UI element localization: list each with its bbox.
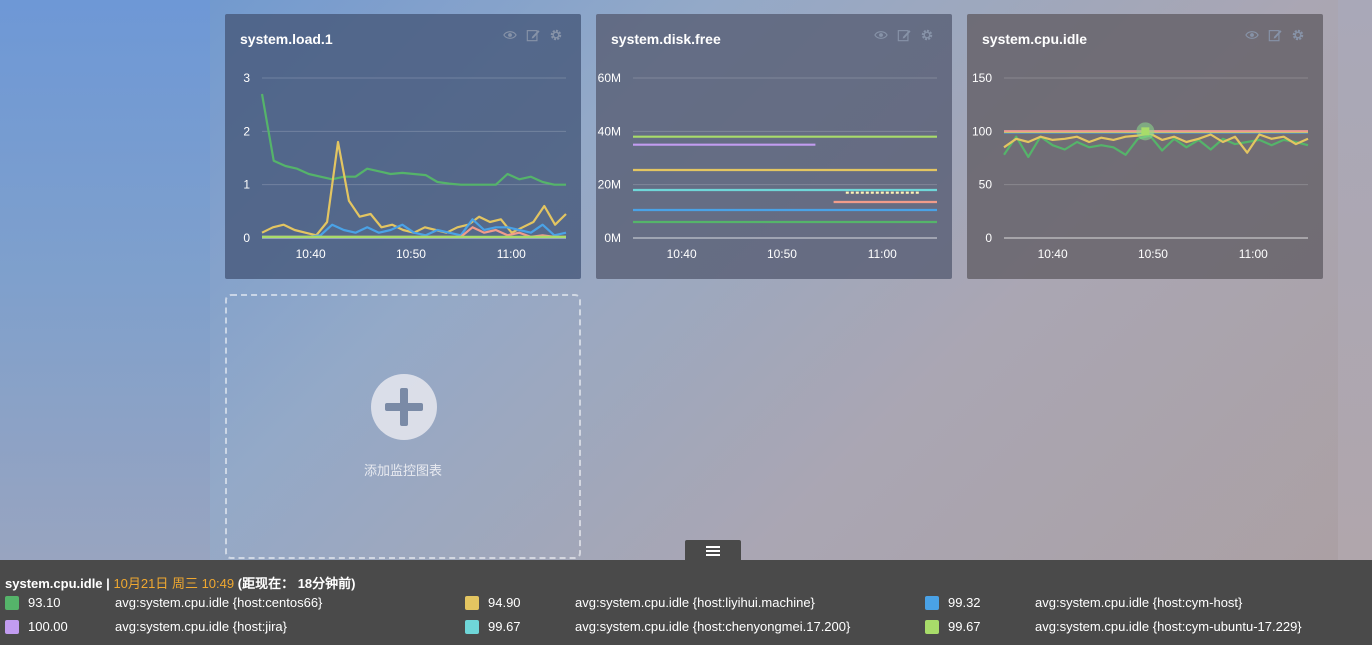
y-tick-label: 2 [243, 124, 250, 138]
legend-value: 99.32 [948, 595, 981, 610]
legend-item: 100.00 avg:system.cpu.idle {host:jira} [5, 618, 445, 636]
y-tick-label: 100 [972, 124, 992, 138]
series-line [261, 140, 567, 237]
legend-value: 100.00 [28, 619, 68, 634]
y-tick-label: 50 [979, 178, 993, 192]
panel-metric: system.cpu.idle [5, 576, 103, 591]
card-title: system.load.1 [240, 31, 333, 47]
hover-marker-point [1141, 127, 1150, 136]
gear-icon[interactable] [1291, 28, 1305, 42]
legend-value: 94.90 [488, 595, 521, 610]
panel-toggle-button[interactable] [685, 540, 741, 561]
cpu-idle-line-chart[interactable]: 0 50 100 150 10:40 10:50 11:00 [967, 64, 1323, 279]
chart-card-system-disk-free: system.disk.free 0M 20M 40M 60M 10:40 10:50 11… [596, 14, 952, 279]
card-toolbar [1245, 28, 1305, 42]
edit-icon[interactable] [897, 28, 911, 42]
legend-item: 93.10 avg:system.cpu.idle {host:centos66} [5, 594, 445, 612]
legend-value: 93.10 [28, 595, 61, 610]
x-tick-label: 10:50 [396, 247, 426, 261]
legend-swatch [465, 596, 479, 610]
card-title: system.cpu.idle [982, 31, 1088, 47]
plus-icon [371, 374, 437, 440]
y-tick-label: 150 [972, 71, 992, 85]
legend-item: 99.32 avg:system.cpu.idle {host:cym-host} [925, 594, 1365, 612]
y-tick-label: 0M [604, 231, 621, 245]
gear-icon[interactable] [920, 28, 934, 42]
load-line-chart: 0 1 2 3 10:40 10:50 11:00 [243, 71, 567, 261]
legend-series-name: avg:system.cpu.idle {host:cym-ubuntu-17.… [1035, 619, 1302, 634]
panel-relative-time: (距现在： 18分钟前) [237, 576, 356, 591]
add-chart-button[interactable]: 添加监控图表 [225, 294, 581, 559]
eye-icon[interactable] [503, 28, 517, 42]
legend-swatch [925, 596, 939, 610]
series-line [260, 93, 566, 186]
x-tick-label: 10:50 [1138, 247, 1168, 261]
card-toolbar [874, 28, 934, 42]
y-tick-label: 60M [598, 71, 621, 85]
panel-header: system.cpu.idle | 10月21日 周三 10:49 (距现在： … [5, 573, 355, 592]
legend-swatch [5, 596, 19, 610]
gear-icon[interactable] [549, 28, 563, 42]
legend-series-name: avg:system.cpu.idle {host:chenyongmei.17… [575, 619, 851, 634]
x-tick-label: 10:40 [667, 247, 697, 261]
y-tick-label: 0 [243, 231, 250, 245]
x-tick-label: 10:50 [767, 247, 797, 261]
edit-icon[interactable] [1268, 28, 1282, 42]
y-tick-label: 20M [598, 178, 621, 192]
legend-series-name: avg:system.cpu.idle {host:jira} [115, 619, 287, 634]
panel-separator: | [106, 576, 110, 591]
legend-item: 99.67 avg:system.cpu.idle {host:cym-ubunt… [925, 618, 1365, 636]
legend-item: 99.67 avg:system.cpu.idle {host:chenyongm… [465, 618, 905, 636]
legend-series-name: avg:system.cpu.idle {host:liyihui.machin… [575, 595, 815, 610]
tooltip-detail-panel: system.cpu.idle | 10月21日 周三 10:49 (距现在： … [0, 560, 1372, 645]
legend-series-name: avg:system.cpu.idle {host:cym-host} [1035, 595, 1243, 610]
x-tick-label: 11:00 [497, 247, 526, 261]
left-background [0, 0, 210, 560]
legend-value: 99.67 [948, 619, 981, 634]
x-tick-label: 11:00 [868, 247, 897, 261]
chart-card-system-load: system.load.1 0 1 2 3 10:40 10:50 11:00 [225, 14, 581, 279]
x-tick-label: 10:40 [296, 247, 326, 261]
legend-series-name: avg:system.cpu.idle {host:centos66} [115, 595, 323, 610]
disk-free-line-chart: 0M 20M 40M 60M 10:40 10:50 11:00 [598, 71, 937, 261]
eye-icon[interactable] [874, 28, 888, 42]
card-title: system.disk.free [611, 31, 721, 47]
y-tick-label: 1 [243, 178, 250, 192]
legend-item: 94.90 avg:system.cpu.idle {host:liyihui.m… [465, 594, 905, 612]
right-background [1338, 0, 1372, 560]
legend-swatch [5, 620, 19, 634]
y-tick-label: 0 [985, 231, 992, 245]
y-tick-label: 40M [598, 124, 621, 138]
edit-icon[interactable] [526, 28, 540, 42]
legend-swatch [925, 620, 939, 634]
legend-swatch [465, 620, 479, 634]
card-toolbar [503, 28, 563, 42]
legend-value: 99.67 [488, 619, 521, 634]
y-tick-label: 3 [243, 71, 250, 85]
add-chart-label: 添加监控图表 [363, 463, 442, 478]
eye-icon[interactable] [1245, 28, 1259, 42]
panel-timestamp: 10月21日 周三 10:49 [113, 576, 235, 591]
x-tick-label: 10:40 [1038, 247, 1068, 261]
menu-icon [706, 545, 720, 556]
chart-card-system-cpu-idle: system.cpu.idle 0 50 100 150 10:40 10:50 11:00 [967, 14, 1323, 279]
x-tick-label: 11:00 [1239, 247, 1268, 261]
